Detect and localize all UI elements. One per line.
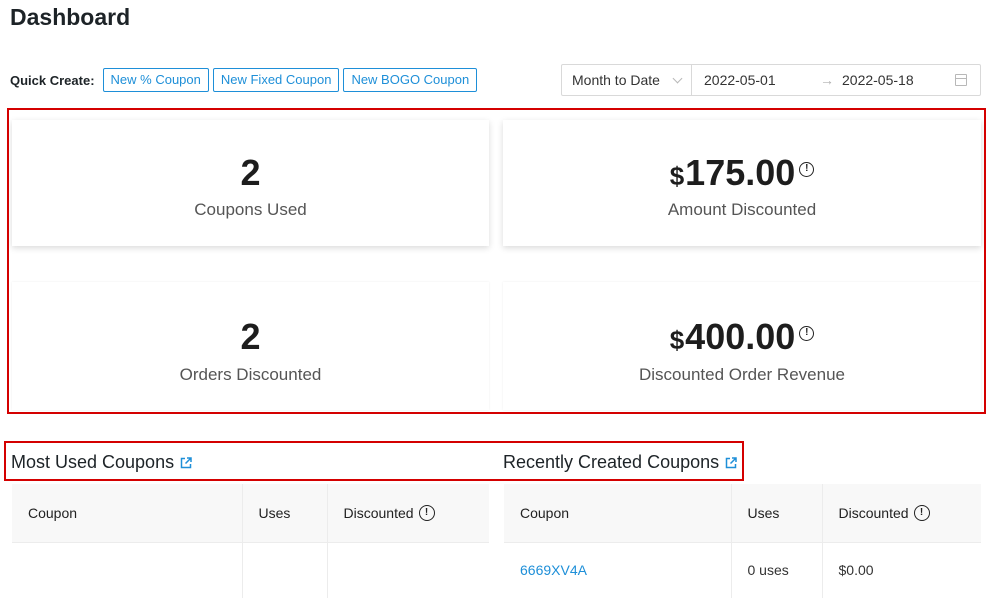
chevron-down-icon [672, 73, 683, 83]
quick-create-label: Quick Create: [10, 72, 95, 88]
table-row [12, 542, 489, 598]
new-fixed-coupon-button[interactable]: New Fixed Coupon [212, 68, 340, 92]
info-icon[interactable]: ! [913, 504, 930, 521]
new-bogo-coupon-button[interactable]: New BOGO Coupon [343, 68, 478, 92]
new-percent-coupon-button[interactable]: New % Coupon [102, 68, 209, 92]
recently-created-coupons-title-text: Recently Created Coupons [503, 452, 720, 472]
recently-created-coupons-title: Recently Created Coupons [503, 452, 737, 473]
table-row: 6669XV4A 0 uses $0.00 [504, 542, 981, 598]
arrow-right-icon: → [820, 72, 834, 88]
table-cell [327, 542, 489, 598]
table-header-row: Coupon Uses Discounted ! [504, 484, 981, 543]
uses-cell: 0 uses [731, 542, 823, 598]
coupon-code-link[interactable]: 6669XV4A [520, 562, 587, 578]
column-header-uses[interactable]: Uses [242, 484, 328, 543]
most-used-coupons-title-text: Most Used Coupons [11, 452, 175, 472]
date-range-select[interactable]: Month to Date [561, 64, 692, 96]
column-header-discounted[interactable]: Discounted ! [327, 484, 489, 543]
table-cell [12, 542, 243, 598]
column-header-discounted[interactable]: Discounted ! [822, 484, 981, 543]
table-cell [242, 542, 328, 598]
column-header-discounted-label: Discounted [343, 504, 414, 521]
coupon-cell: 6669XV4A [504, 542, 732, 598]
start-date-input[interactable]: 2022-05-01 [704, 72, 814, 88]
most-used-coupons-title: Most Used Coupons [11, 452, 192, 473]
column-header-coupon[interactable]: Coupon [504, 484, 732, 543]
column-header-uses[interactable]: Uses [731, 484, 823, 543]
table-header-row: Coupon Uses Discounted ! [12, 484, 489, 543]
calendar-icon[interactable] [955, 74, 967, 86]
stats-highlight-box [7, 108, 986, 414]
column-header-discounted-label: Discounted [838, 504, 909, 521]
recently-created-coupons-table: Coupon Uses Discounted ! 6669XV4A 0 uses… [504, 484, 981, 598]
date-range-select-value: Month to Date [572, 72, 660, 88]
date-range-picker[interactable]: 2022-05-01 → 2022-05-18 [692, 64, 981, 96]
most-used-coupons-table: Coupon Uses Discounted ! [12, 484, 489, 598]
column-header-coupon[interactable]: Coupon [12, 484, 243, 543]
quick-create-toolbar: Quick Create: New % Coupon New Fixed Cou… [10, 68, 481, 92]
external-link-icon[interactable] [180, 456, 192, 469]
info-icon[interactable]: ! [418, 504, 435, 521]
external-link-icon[interactable] [725, 456, 737, 469]
discounted-cell: $0.00 [838, 562, 874, 579]
page-title: Dashboard [10, 4, 131, 30]
end-date-input[interactable]: 2022-05-18 [842, 72, 942, 88]
